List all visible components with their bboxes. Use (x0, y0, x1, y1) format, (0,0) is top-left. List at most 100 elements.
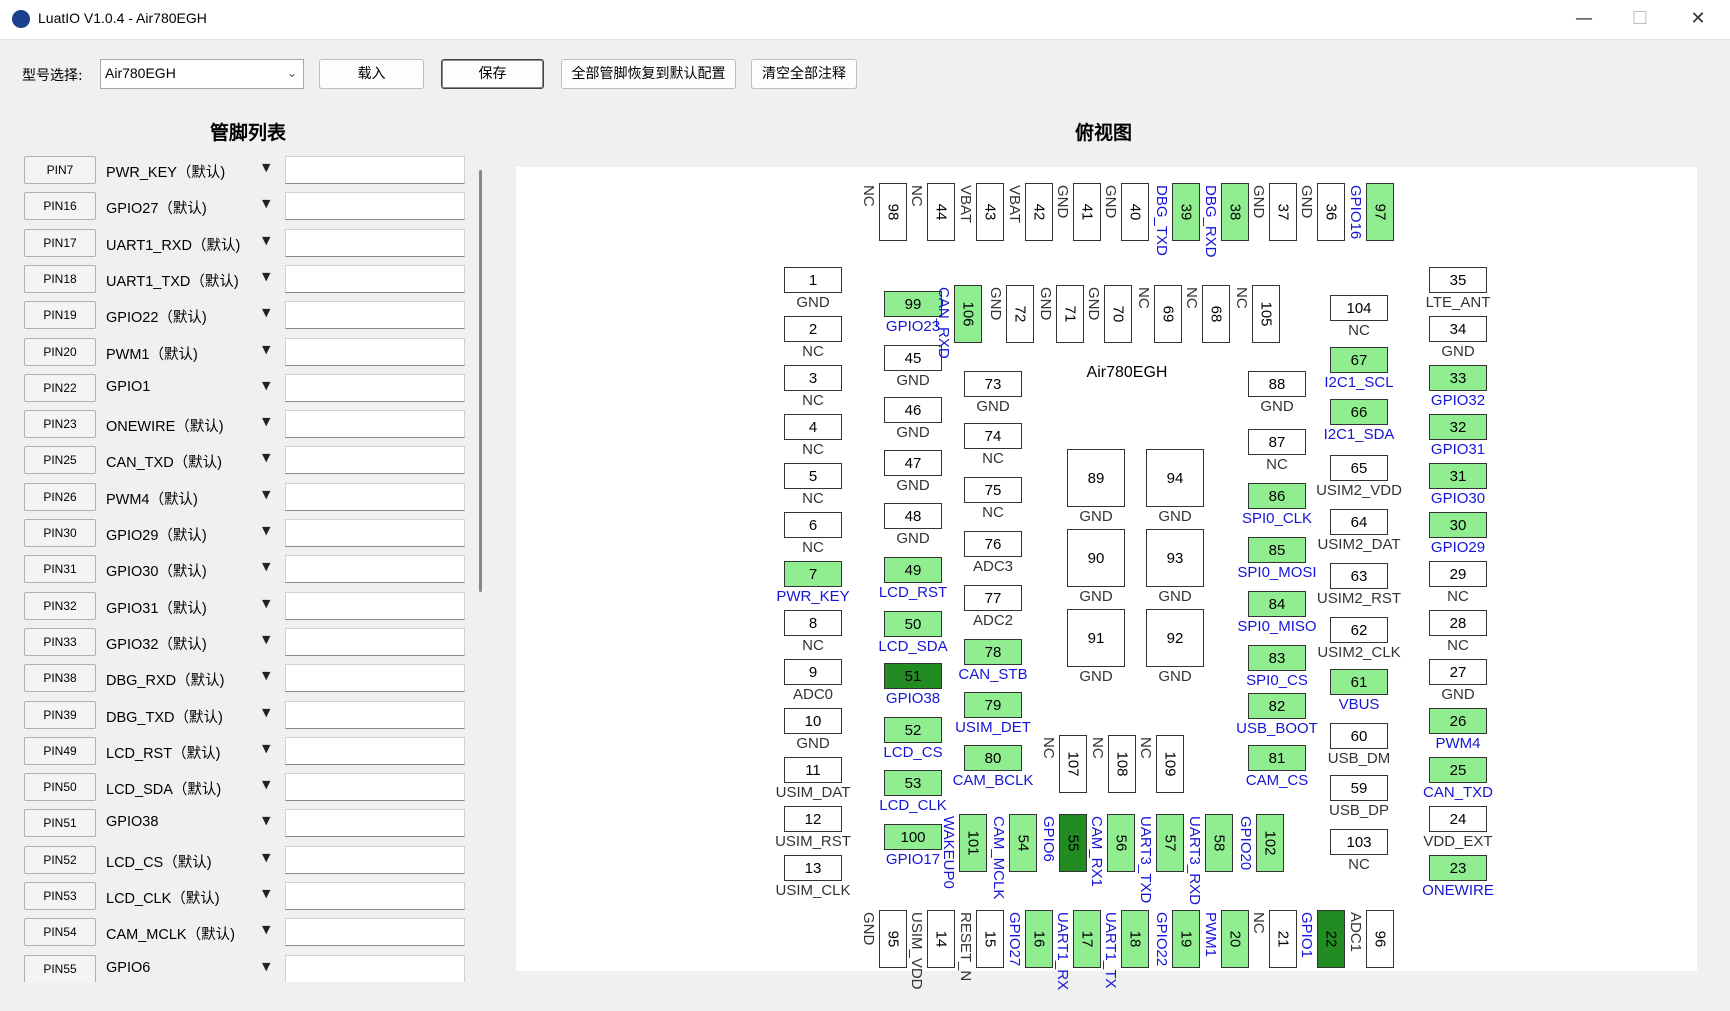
pin-pad-78[interactable]: 78 (964, 639, 1022, 665)
dropdown-arrow-icon[interactable]: ▼ (262, 706, 270, 719)
pin-pad-48[interactable]: 48 (884, 503, 942, 529)
pin-pad-88[interactable]: 88 (1248, 371, 1306, 397)
pin-button[interactable]: PIN50 (24, 773, 96, 802)
pin-pad-70[interactable]: 70 (1104, 285, 1132, 343)
pin-pad-19[interactable]: 19 (1172, 910, 1200, 968)
pin-pad-68[interactable]: 68 (1202, 285, 1230, 343)
pin-note-input[interactable] (285, 519, 465, 547)
pin-function-select[interactable]: PWR_KEY（默认) (106, 161, 256, 182)
pin-pad-23[interactable]: 23 (1429, 855, 1487, 881)
pin-pad-37[interactable]: 37 (1269, 183, 1297, 241)
pin-pad-34[interactable]: 34 (1429, 316, 1487, 342)
pin-pad-8[interactable]: 8 (784, 610, 842, 636)
pin-pad-65[interactable]: 65 (1330, 455, 1388, 481)
pin-function-select[interactable]: GPIO30（默认) (106, 560, 256, 581)
pin-pad-76[interactable]: 76 (964, 531, 1022, 557)
pin-pad-62[interactable]: 62 (1330, 617, 1388, 643)
pin-note-input[interactable] (285, 918, 465, 947)
pin-note-input[interactable] (285, 591, 465, 620)
dropdown-arrow-icon[interactable]: ▼ (262, 923, 270, 936)
pin-button[interactable]: PIN52 (24, 845, 96, 874)
pin-pad-16[interactable]: 16 (1025, 910, 1053, 968)
pin-button[interactable]: PIN32 (24, 591, 96, 620)
pin-note-input[interactable] (285, 627, 465, 656)
dropdown-arrow-icon[interactable]: ▼ (262, 778, 270, 791)
pin-pad-98[interactable]: 98 (879, 183, 907, 241)
pin-pad-66[interactable]: 66 (1330, 399, 1388, 425)
close-button[interactable]: ✕ (1670, 0, 1726, 40)
pin-note-input[interactable] (285, 192, 465, 221)
save-button[interactable]: 保存 (441, 59, 544, 89)
pin-pad-44[interactable]: 44 (927, 183, 955, 241)
pin-pad-49[interactable]: 49 (884, 557, 942, 583)
pin-pad-42[interactable]: 42 (1025, 183, 1053, 241)
pin-note-input[interactable] (285, 736, 465, 765)
pin-pad-39[interactable]: 39 (1172, 183, 1200, 241)
pin-function-select[interactable]: CAN_TXD（默认) (106, 451, 256, 472)
pin-button[interactable]: PIN26 (24, 482, 96, 511)
pin-pad-94[interactable]: 94 (1146, 449, 1204, 507)
pin-function-select[interactable]: GPIO32（默认) (106, 633, 256, 654)
pin-pad-92[interactable]: 92 (1146, 609, 1204, 667)
pin-pad-61[interactable]: 61 (1330, 669, 1388, 695)
pin-pad-105[interactable]: 105 (1252, 285, 1280, 343)
pin-pad-108[interactable]: 108 (1108, 735, 1136, 793)
pin-pad-20[interactable]: 20 (1221, 910, 1249, 968)
pin-function-select[interactable]: GPIO29（默认) (106, 524, 256, 545)
pin-pad-26[interactable]: 26 (1429, 708, 1487, 734)
pin-pad-107[interactable]: 107 (1059, 735, 1087, 793)
pin-pad-51[interactable]: 51 (884, 663, 942, 689)
pin-pad-18[interactable]: 18 (1121, 910, 1149, 968)
clear-notes-button[interactable]: 清空全部注释 (751, 59, 857, 89)
pin-pad-103[interactable]: 103 (1330, 829, 1388, 855)
dropdown-arrow-icon[interactable]: ▼ (262, 814, 270, 827)
pin-pad-84[interactable]: 84 (1248, 591, 1306, 617)
pin-pad-90[interactable]: 90 (1067, 529, 1125, 587)
pin-function-select[interactable]: LCD_CS（默认) (106, 851, 256, 872)
pin-pad-17[interactable]: 17 (1073, 910, 1101, 968)
pin-function-select[interactable]: LCD_RST（默认) (106, 742, 256, 763)
pin-pad-85[interactable]: 85 (1248, 537, 1306, 563)
pin-pad-67[interactable]: 67 (1330, 347, 1388, 373)
pin-note-input[interactable] (285, 301, 465, 330)
pin-pad-101[interactable]: 101 (959, 814, 987, 872)
pin-pad-60[interactable]: 60 (1330, 723, 1388, 749)
pin-function-select[interactable]: DBG_RXD（默认) (106, 669, 256, 690)
pin-pad-77[interactable]: 77 (964, 585, 1022, 611)
pin-pad-12[interactable]: 12 (784, 806, 842, 832)
pin-pad-57[interactable]: 57 (1156, 814, 1184, 872)
pin-pad-87[interactable]: 87 (1248, 429, 1306, 455)
pin-pad-89[interactable]: 89 (1067, 449, 1125, 507)
model-select[interactable]: Air780EGH ⌄ (100, 59, 304, 89)
dropdown-arrow-icon[interactable]: ▼ (262, 197, 270, 210)
pin-pad-73[interactable]: 73 (964, 371, 1022, 397)
dropdown-arrow-icon[interactable]: ▼ (262, 960, 270, 973)
pin-function-select[interactable]: ONEWIRE（默认) (106, 415, 256, 436)
minimize-button[interactable]: — (1556, 0, 1612, 40)
pin-pad-2[interactable]: 2 (784, 316, 842, 342)
pin-function-select[interactable]: GPIO1 (106, 379, 256, 395)
pin-pad-15[interactable]: 15 (976, 910, 1004, 968)
pin-pad-80[interactable]: 80 (964, 745, 1022, 771)
pin-button[interactable]: PIN39 (24, 700, 96, 729)
pin-button[interactable]: PIN16 (24, 192, 96, 221)
dropdown-arrow-icon[interactable]: ▼ (262, 488, 270, 501)
pin-function-select[interactable]: DBG_TXD（默认) (106, 706, 256, 727)
reset-all-button[interactable]: 全部管脚恢复到默认配置 (561, 59, 736, 89)
pin-pad-13[interactable]: 13 (784, 855, 842, 881)
pin-pad-38[interactable]: 38 (1221, 183, 1249, 241)
pin-note-input[interactable] (285, 845, 465, 874)
dropdown-arrow-icon[interactable]: ▼ (262, 270, 270, 283)
dropdown-arrow-icon[interactable]: ▼ (262, 234, 270, 247)
dropdown-arrow-icon[interactable]: ▼ (262, 851, 270, 864)
pin-pad-40[interactable]: 40 (1121, 183, 1149, 241)
pin-note-input[interactable] (285, 809, 465, 838)
pin-button[interactable]: PIN17 (24, 228, 96, 257)
load-button[interactable]: 载入 (319, 59, 424, 89)
pin-pad-74[interactable]: 74 (964, 423, 1022, 449)
pin-button[interactable]: PIN31 (24, 555, 96, 584)
dropdown-arrow-icon[interactable]: ▼ (262, 306, 270, 319)
dropdown-arrow-icon[interactable]: ▼ (262, 597, 270, 610)
pin-button[interactable]: PIN54 (24, 918, 96, 947)
pin-pad-104[interactable]: 104 (1330, 295, 1388, 321)
